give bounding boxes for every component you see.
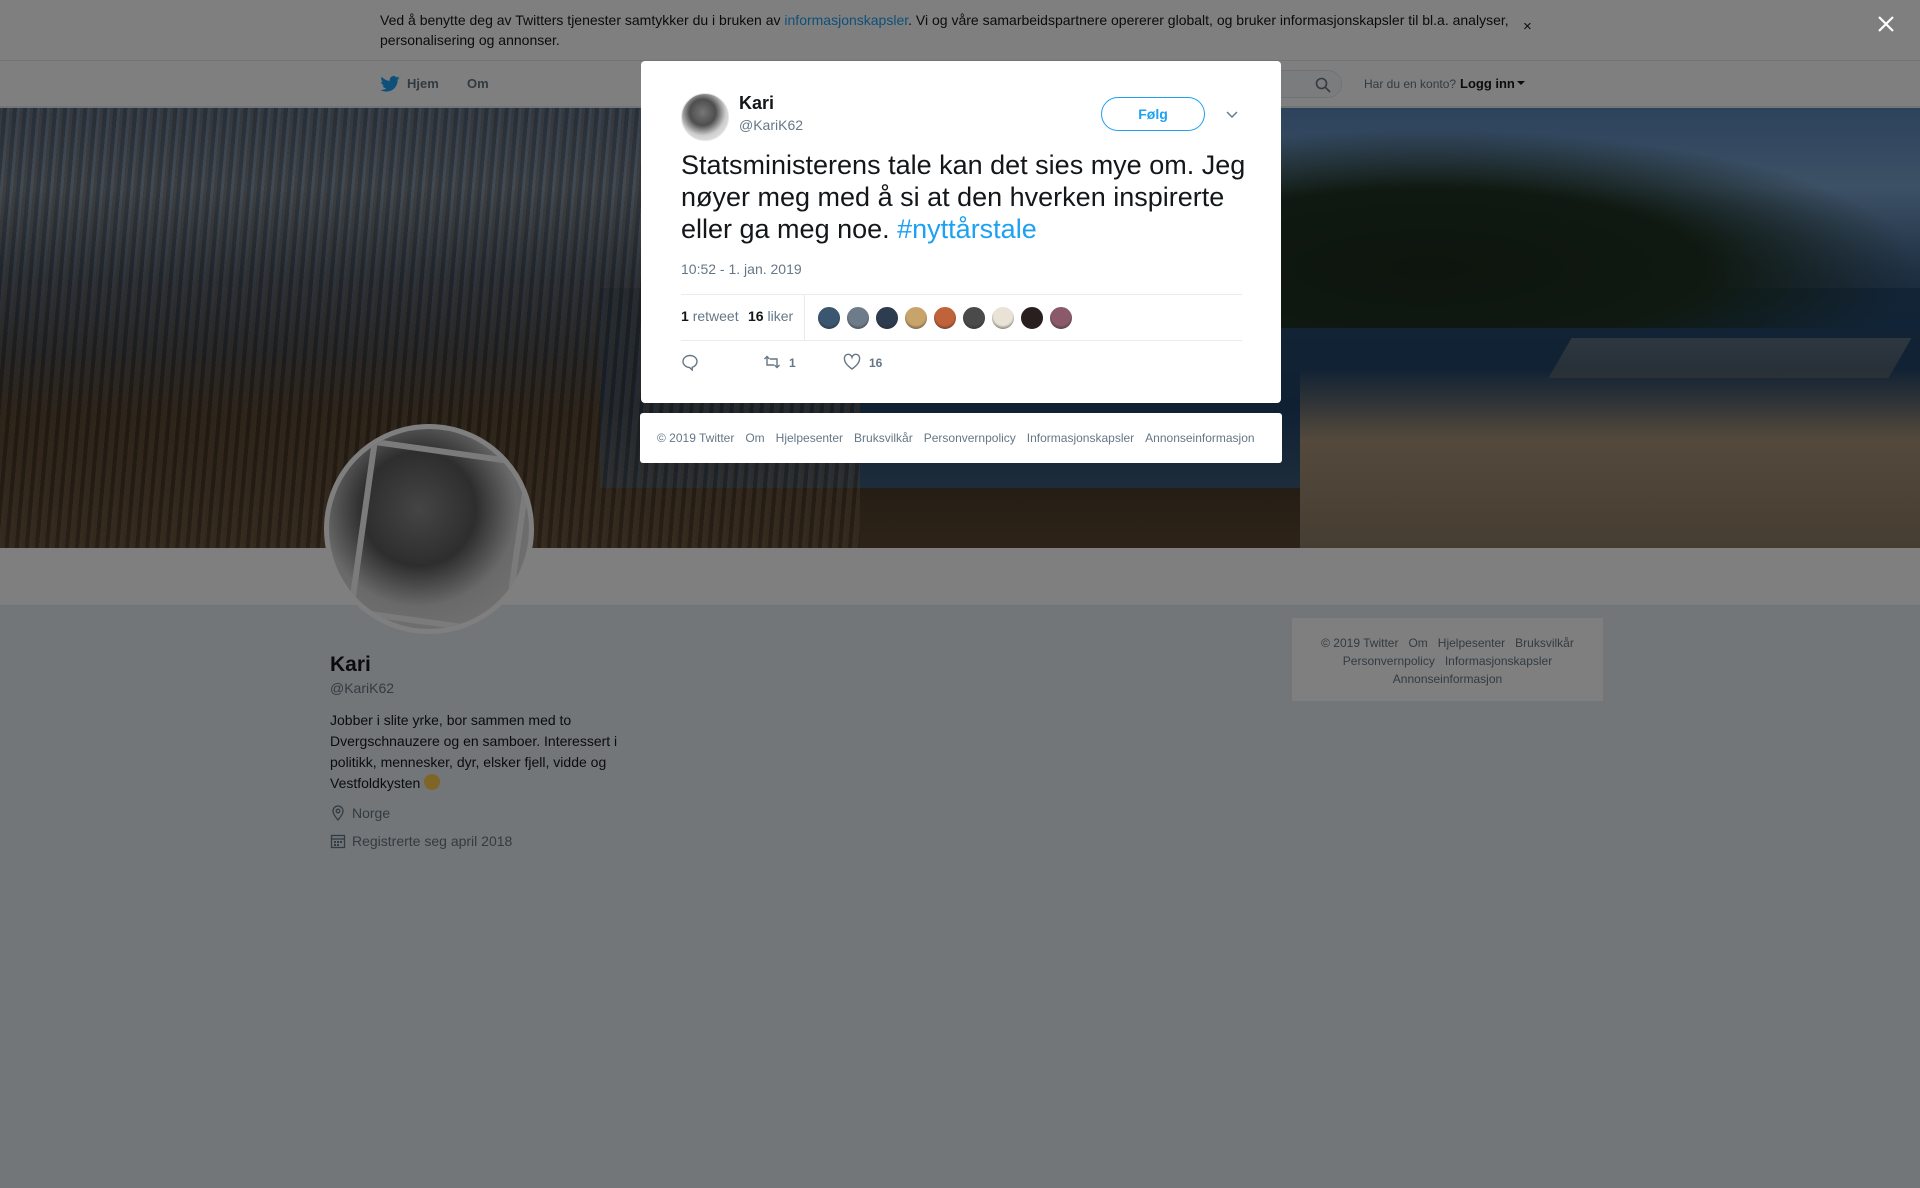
tweet-timestamp[interactable]: 10:52 - 1. jan. 2019 (681, 261, 802, 277)
liker-avatar[interactable] (991, 306, 1015, 330)
retweet-action-count: 1 (789, 356, 796, 370)
liker-avatar[interactable] (1049, 306, 1073, 330)
follow-button[interactable]: Følg (1101, 97, 1205, 131)
footer-link[interactable]: Om (745, 431, 764, 445)
footer-link: © 2019 Twitter (657, 431, 735, 445)
like-label: liker (767, 308, 794, 324)
liker-avatar[interactable] (904, 306, 928, 330)
footer-link[interactable]: Informasjonskapsler (1027, 431, 1134, 445)
hashtag-link[interactable]: #nyttårstale (897, 214, 1037, 244)
liker-avatar[interactable] (1020, 306, 1044, 330)
modal-footer: © 2019 Twitter Om Hjelpesenter Bruksvilkår P… (640, 413, 1282, 463)
close-icon[interactable] (1876, 14, 1896, 34)
tweet-author-name[interactable]: Kari (739, 93, 774, 114)
heart-icon (843, 353, 861, 370)
tweet-author-handle[interactable]: @KariK62 (739, 117, 803, 133)
tweet-author-avatar[interactable] (681, 93, 729, 141)
like-count: 16 (748, 308, 764, 324)
tweet-actions: 1 16 (681, 353, 1081, 375)
liker-avatar[interactable] (875, 306, 899, 330)
retweet-stat[interactable]: 1 retweet (681, 308, 739, 324)
reply-icon (682, 354, 698, 372)
chevron-down-icon[interactable] (1224, 106, 1240, 122)
footer-link[interactable]: Hjelpesenter (776, 431, 843, 445)
reply-button[interactable] (681, 353, 699, 372)
stats-divider (804, 295, 805, 340)
retweet-button[interactable]: 1 (763, 353, 796, 371)
liker-avatar[interactable] (933, 306, 957, 330)
tweet-text: Statsministerens tale kan det sies mye o… (681, 149, 1251, 245)
footer-link[interactable]: Personvernpolicy (924, 431, 1016, 445)
liker-avatar[interactable] (817, 306, 841, 330)
footer-link[interactable]: Bruksvilkår (854, 431, 913, 445)
like-action-count: 16 (869, 356, 883, 370)
footer-link[interactable]: Annonseinformasjon (1145, 431, 1254, 445)
retweet-icon (764, 355, 780, 369)
retweet-label: retweet (692, 308, 739, 324)
like-button[interactable]: 16 (843, 353, 882, 371)
tweet-modal: Kari @KariK62 Følg Statsministerens tale… (641, 61, 1281, 403)
liker-avatar[interactable] (962, 306, 986, 330)
like-stat[interactable]: 16 liker (748, 308, 793, 324)
liker-avatar[interactable] (846, 306, 870, 330)
retweet-count: 1 (681, 308, 689, 324)
tweet-stats: 1 retweet 16 liker (681, 294, 1242, 341)
